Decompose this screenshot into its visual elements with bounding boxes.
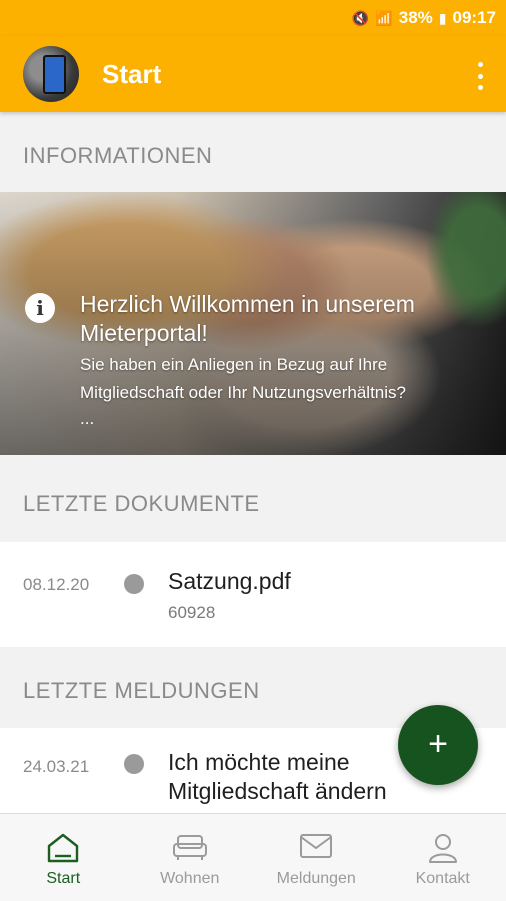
info-icon: i bbox=[25, 293, 55, 323]
sofa-icon bbox=[172, 832, 208, 862]
nav-label-start: Start bbox=[0, 870, 127, 888]
banner-ellipsis: ... bbox=[80, 409, 94, 429]
avatar[interactable] bbox=[23, 46, 79, 102]
message-title: Ich möchte meine Mitgliedschaft ändern bbox=[168, 748, 418, 806]
battery-percent: 38% bbox=[399, 8, 433, 28]
person-icon bbox=[427, 832, 459, 864]
nav-item-wohnen[interactable]: Wohnen bbox=[127, 814, 254, 901]
home-icon bbox=[46, 832, 80, 864]
message-date: 24.03.21 bbox=[23, 757, 89, 777]
status-icons: 🔇 📶 38% ▮ 09:17 bbox=[352, 8, 496, 28]
status-bar: 🔇 📶 38% ▮ 09:17 bbox=[0, 0, 506, 36]
mail-icon bbox=[299, 832, 333, 860]
banner-text: Sie haben ein Anliegen in Bezug auf Ihre… bbox=[80, 351, 485, 407]
bottom-navigation: Start Wohnen Meldungen Kontakt bbox=[0, 813, 506, 901]
section-title-informationen: INFORMATIONEN bbox=[23, 143, 212, 169]
document-title: Satzung.pdf bbox=[168, 567, 291, 596]
add-button[interactable]: + bbox=[398, 705, 478, 785]
nav-label-kontakt: Kontakt bbox=[380, 870, 506, 888]
app-bar: Start bbox=[0, 36, 506, 112]
section-title-meldungen: LETZTE MELDUNGEN bbox=[23, 678, 260, 704]
battery-icon: ▮ bbox=[439, 10, 447, 27]
banner-title: Herzlich Willkommen in unserem Mieterpor… bbox=[80, 290, 485, 348]
section-title-dokumente: LETZTE DOKUMENTE bbox=[23, 491, 260, 517]
document-date: 08.12.20 bbox=[23, 575, 89, 595]
nav-item-kontakt[interactable]: Kontakt bbox=[380, 814, 506, 901]
overflow-menu-icon[interactable] bbox=[476, 62, 484, 90]
nav-label-meldungen: Meldungen bbox=[253, 870, 380, 888]
info-banner[interactable]: i Herzlich Willkommen in unserem Mieterp… bbox=[0, 192, 506, 455]
page-title: Start bbox=[102, 59, 161, 90]
nav-label-wohnen: Wohnen bbox=[127, 870, 254, 888]
wifi-icon: 📶 bbox=[375, 10, 392, 27]
status-dot bbox=[124, 574, 144, 594]
status-dot bbox=[124, 754, 144, 774]
document-row[interactable]: 08.12.20 Satzung.pdf 60928 bbox=[0, 542, 506, 647]
mute-icon: 🔇 bbox=[352, 10, 369, 27]
clock: 09:17 bbox=[453, 8, 496, 28]
document-subtitle: 60928 bbox=[168, 603, 215, 623]
nav-item-start[interactable]: Start bbox=[0, 814, 127, 901]
nav-item-meldungen[interactable]: Meldungen bbox=[253, 814, 380, 901]
